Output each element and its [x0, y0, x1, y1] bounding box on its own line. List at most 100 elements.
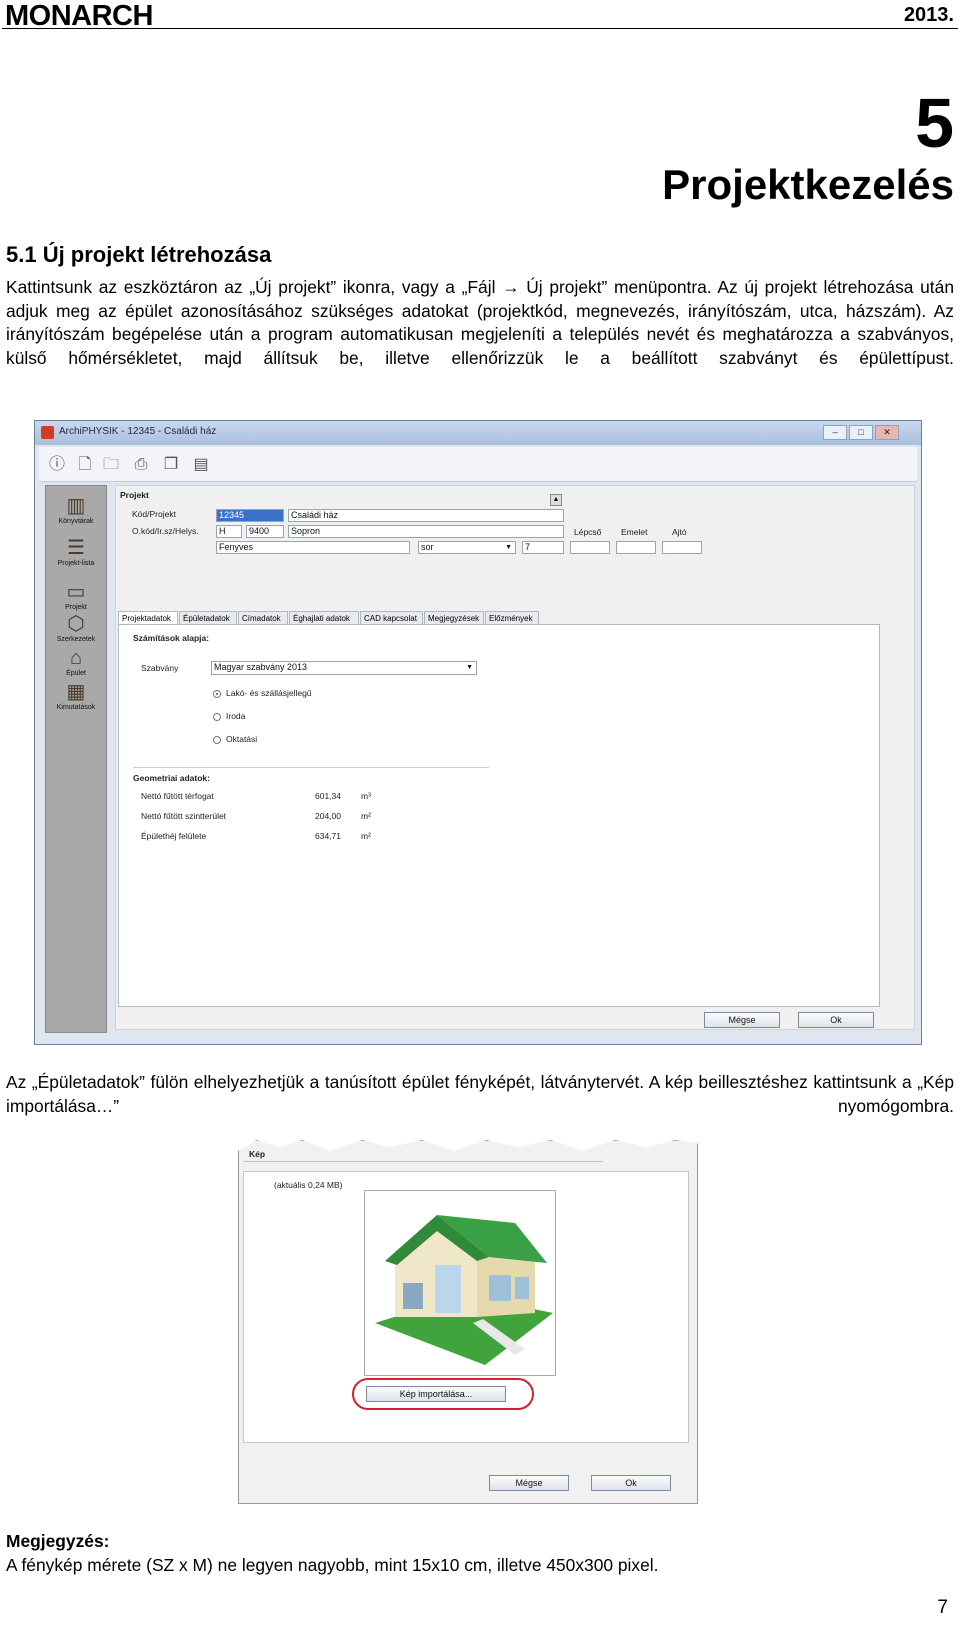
sidebar-item-reports[interactable]: ▦ Kimutatások	[46, 680, 106, 711]
house-number-input[interactable]: 7	[522, 541, 564, 554]
sidebar-item-structures[interactable]: ⬡ Szerkezetek	[46, 612, 106, 643]
maximize-button[interactable]: □	[849, 425, 873, 440]
country-code-input[interactable]: H	[216, 525, 242, 538]
header-year: 2013.	[903, 4, 954, 26]
window-title: ArchiPHYSIK - 12345 - Családi ház	[59, 426, 217, 437]
image-size-text: (aktuális 0,24 MB)	[274, 1180, 343, 1190]
tab-address-data[interactable]: Címadatok	[238, 611, 288, 625]
geometry-label: Nettó fűtött térfogat	[141, 791, 214, 801]
geometry-unit: m³	[361, 791, 371, 801]
open-folder-icon[interactable]: 🗀	[101, 455, 121, 475]
street-input[interactable]: Fenyves	[216, 541, 410, 554]
sidebar-item-label: Projekt-lista	[57, 560, 95, 567]
house-illustration	[375, 1215, 553, 1365]
chapter-title: Projektkezelés	[662, 161, 954, 208]
tab-history[interactable]: Előzmények	[485, 611, 539, 625]
chevron-down-icon: ▼	[466, 664, 473, 671]
house-image	[364, 1190, 556, 1376]
city-input[interactable]: Sopron	[288, 525, 564, 538]
building-icon: ⌂	[69, 647, 83, 669]
floor-input[interactable]	[616, 541, 656, 554]
door-input[interactable]	[662, 541, 702, 554]
radio-residential-label: Lakó- és szállásjellegű	[226, 688, 312, 698]
new-project-icon[interactable]: 🗋	[75, 455, 95, 475]
geometry-value: 634,71	[315, 831, 341, 841]
note-heading: Megjegyzés:	[6, 1531, 110, 1551]
import-image-button[interactable]: Kép importálása...	[366, 1386, 506, 1402]
ok-button[interactable]: Ok	[798, 1012, 874, 1028]
structure-icon: ⬡	[67, 613, 85, 635]
sidebar-item-label: Projekt	[65, 604, 87, 611]
geometry-unit: m²	[361, 831, 371, 841]
sidebar-item-project-list[interactable]: ☰ Projekt-lista	[46, 536, 106, 567]
radio-education-label: Oktatási	[226, 734, 258, 744]
tab-cad-link[interactable]: CAD kapcsolat	[360, 611, 423, 625]
stair-input[interactable]	[570, 541, 610, 554]
sidebar-item-project[interactable]: ▭ Projekt	[46, 580, 106, 611]
standard-label: Szabvány	[141, 663, 179, 673]
cancel-button[interactable]: Mégse	[704, 1012, 780, 1028]
address-label: O.kód/Ir.sz/Helys.	[132, 526, 199, 536]
project-code-input[interactable]: 12345	[216, 509, 284, 522]
print-icon[interactable]: ⎙	[131, 455, 151, 475]
section-divider	[133, 767, 489, 768]
tab-building-data[interactable]: Épületadatok	[179, 611, 237, 625]
group-rule	[243, 1161, 603, 1162]
project-icon: ▭	[66, 581, 86, 603]
image-paragraph: Az „Épületadatok” fülön elhelyezhetjük a…	[6, 1072, 954, 1116]
geometry-value: 204,00	[315, 811, 341, 821]
street-type-value: sor	[421, 542, 434, 552]
image-dialog-screenshot: Kép (aktuális 0,24 MB) Kép importálása..…	[238, 1140, 698, 1504]
geometry-header: Geometriai adatok:	[133, 773, 210, 783]
sidebar-item-label: Épület	[66, 670, 86, 677]
code-label: Kód/Projekt	[132, 509, 176, 519]
door-label: Ajtó	[672, 527, 687, 537]
info-icon[interactable]: ⓘ	[47, 455, 67, 475]
header-rule	[2, 28, 958, 29]
export-icon[interactable]: ▤	[191, 455, 211, 475]
copy-icon[interactable]: ❐	[161, 455, 181, 475]
tab-climate-data[interactable]: Éghajlati adatok	[289, 611, 359, 625]
sidebar-item-label: Könyvtárak	[58, 518, 94, 525]
dialog-ok-button[interactable]: Ok	[591, 1475, 671, 1491]
project-content-pane: Projekt ▲ Kód/Projekt 12345 Családi ház …	[115, 485, 915, 1030]
zip-input[interactable]: 9400	[246, 525, 284, 538]
calc-basis-header: Számítások alapja:	[133, 633, 210, 643]
section-heading: 5.1 Új projekt létrehozása	[6, 242, 272, 267]
tab-project-data[interactable]: Projektadatok	[118, 611, 178, 625]
project-header: Projekt	[120, 490, 149, 500]
window-titlebar: ArchiPHYSIK - 12345 - Családi ház – □ ✕	[35, 421, 921, 445]
radio-residential[interactable]	[213, 690, 221, 698]
sidebar-item-libraries[interactable]: ▥ Könyvtárak	[46, 494, 106, 525]
radio-education[interactable]	[213, 736, 221, 744]
app-toolbar: ⓘ 🗋 🗀 ⎙ ❐ ▤	[39, 447, 917, 482]
app-window-screenshot: ArchiPHYSIK - 12345 - Családi ház – □ ✕ …	[34, 420, 922, 1045]
list-icon: ☰	[67, 537, 85, 559]
close-button[interactable]: ✕	[875, 425, 899, 440]
chevron-down-icon: ▼	[505, 544, 512, 551]
minimize-button[interactable]: –	[823, 425, 847, 440]
project-data-panel: Számítások alapja: Szabvány Magyar szabv…	[118, 624, 880, 1007]
street-type-select[interactable]: sor ▼	[418, 541, 516, 554]
collapse-icon[interactable]: ▲	[550, 494, 562, 506]
note-text: A fénykép mérete (SZ x M) ne legyen nagy…	[6, 1555, 659, 1575]
app-icon	[41, 426, 54, 439]
standard-value: Magyar szabvány 2013	[214, 662, 308, 672]
stair-label: Lépcső	[574, 527, 602, 537]
project-name-input[interactable]: Családi ház	[288, 509, 564, 522]
report-icon: ▦	[66, 681, 86, 703]
standard-select[interactable]: Magyar szabvány 2013 ▼	[211, 661, 477, 675]
geometry-unit: m²	[361, 811, 371, 821]
image-frame: (aktuális 0,24 MB) Kép importálása...	[243, 1171, 689, 1443]
radio-office[interactable]	[213, 713, 221, 721]
dialog-cancel-button[interactable]: Mégse	[489, 1475, 569, 1491]
app-sidebar: ▥ Könyvtárak ☰ Projekt-lista ▭ Projekt ⬡ Sze…	[45, 485, 107, 1033]
page-number: 7	[937, 1597, 948, 1618]
sidebar-item-label: Kimutatások	[56, 704, 96, 711]
tab-notes[interactable]: Megjegyzések	[424, 611, 484, 625]
books-icon: ▥	[66, 495, 86, 517]
image-group-label: Kép	[249, 1149, 266, 1159]
sidebar-item-building[interactable]: ⌂ Épület	[46, 646, 106, 677]
geometry-label: Épülethéj felülete	[141, 831, 207, 841]
chapter-number: 5	[915, 84, 954, 162]
